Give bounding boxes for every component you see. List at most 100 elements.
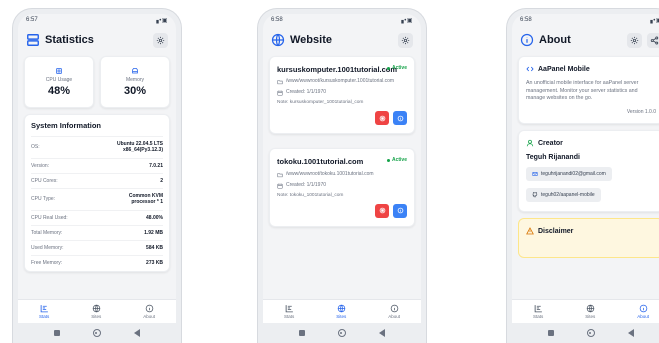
- nav-stats[interactable]: Stats: [284, 304, 294, 319]
- nav-sites[interactable]: Sites: [336, 304, 346, 319]
- stats-content: CPU Usage 48% Memory 30% System Informat…: [18, 54, 176, 299]
- site-info-button[interactable]: [393, 203, 407, 218]
- memory-icon: [132, 68, 138, 74]
- status-bar: 6:58 ▗•▣: [512, 14, 659, 26]
- nav-about[interactable]: About: [637, 304, 649, 319]
- info-icon: [520, 33, 534, 47]
- chart-icon: [40, 305, 48, 313]
- mail-icon: [532, 172, 538, 176]
- system-navigation-bar: [18, 323, 176, 343]
- site-created: Created: 1/1/1970: [277, 89, 407, 96]
- row-key: OS:: [31, 144, 40, 151]
- stop-site-button[interactable]: [375, 203, 389, 218]
- stop-site-button[interactable]: [375, 111, 389, 126]
- settings-button[interactable]: [627, 32, 642, 48]
- email-link[interactable]: teguhrijanandi02@gmail.com: [526, 167, 612, 182]
- folder-icon: [277, 80, 283, 85]
- calendar-icon: [277, 183, 283, 189]
- status-badge: Active: [386, 65, 407, 71]
- site-created-text: Created: 1/1/1970: [286, 181, 327, 188]
- row-key: Free Memory:: [31, 260, 63, 267]
- share-button[interactable]: [647, 32, 659, 48]
- settings-button[interactable]: [153, 32, 168, 48]
- site-path: /www/wwwroot/kursuskomputer.1001tutorial…: [277, 78, 407, 85]
- memory-label: Memory: [125, 77, 145, 83]
- system-information-card: System Information OS: Ubuntu 22.04.5 LTS…: [24, 114, 170, 272]
- nav-about-label: About: [388, 314, 400, 319]
- status-text: Active: [391, 157, 407, 164]
- table-row: Version: 7.0.21: [31, 157, 163, 173]
- back-button[interactable]: [627, 329, 634, 337]
- email-text: teguhrijanandi02@gmail.com: [541, 171, 606, 178]
- screen-statistics: 6:57 ▗•▣ Statistics CPU Usage 48% Memory…: [18, 14, 176, 343]
- row-key: Version:: [31, 162, 50, 169]
- back-button[interactable]: [378, 329, 385, 337]
- site-note: Note: kursuskomputer_1001tutorial_com: [277, 100, 364, 106]
- app-info-card: AaPanel Mobile An unofficial mobile inte…: [518, 56, 659, 125]
- bottom-navigation: Stats Sites About: [263, 299, 421, 323]
- app-description: An unofficial mobile interface for aaPan…: [526, 80, 639, 102]
- row-value: Ubuntu 22.04.5 LTS x86_64(Py3.12.3): [116, 141, 163, 154]
- page-title: Website: [290, 34, 332, 46]
- info-icon: [390, 304, 398, 313]
- status-time: 6:57: [26, 17, 38, 23]
- creator-heading: Creator: [526, 139, 656, 147]
- back-button[interactable]: [133, 329, 140, 337]
- row-key: Total Memory:: [31, 229, 63, 236]
- nav-about[interactable]: About: [388, 304, 400, 319]
- nav-sites[interactable]: Sites: [585, 304, 595, 319]
- gear-icon: [630, 36, 639, 44]
- table-row: OS: Ubuntu 22.04.5 LTS x86_64(Py3.12.3): [31, 136, 163, 158]
- chart-icon: [285, 305, 293, 313]
- site-card: tokoku.1001tutorial.com Active /www/wwwr…: [269, 148, 415, 227]
- status-bar: 6:57 ▗•▣: [18, 14, 176, 26]
- home-button[interactable]: [92, 329, 101, 337]
- recents-button[interactable]: [299, 330, 306, 336]
- settings-button[interactable]: [398, 32, 413, 48]
- cpu-icon: [56, 68, 62, 74]
- status-bar: 6:58 ▗•▣: [263, 14, 421, 26]
- home-button[interactable]: [337, 329, 346, 337]
- site-info-button[interactable]: [393, 111, 407, 126]
- system-information-title: System Information: [31, 121, 102, 130]
- website-content: kursuskomputer.1001tutorial.com Active /…: [263, 54, 421, 299]
- globe-icon: [586, 304, 594, 313]
- github-link[interactable]: teguh02/aapanel-mobile: [526, 188, 601, 203]
- disclaimer-heading: Disclaimer: [526, 227, 656, 235]
- site-path-text: /www/wwwroot/tokoku.1001tutorial.com: [286, 170, 374, 177]
- disclaimer-card: Disclaimer: [518, 218, 659, 259]
- cpu-usage-value: 48%: [47, 85, 71, 97]
- nav-stats[interactable]: Stats: [533, 304, 543, 319]
- phone-website: 6:58 ▗•▣ Website kursuskomputer.1001tuto…: [257, 8, 427, 343]
- recents-button[interactable]: [54, 330, 61, 336]
- site-name: tokoku.1001tutorial.com: [277, 157, 364, 167]
- nav-sites[interactable]: Sites: [91, 304, 101, 319]
- nav-sites-label: Sites: [336, 314, 347, 319]
- table-row: Total Memory: 1.92 MB: [31, 224, 163, 240]
- status-badge: Active: [386, 157, 407, 164]
- memory-value: 30%: [123, 85, 147, 97]
- system-navigation-bar: [512, 323, 659, 343]
- recents-button[interactable]: [548, 330, 555, 336]
- cpu-usage-label: CPU Usage: [45, 77, 73, 83]
- status-icons: ▗•▣: [154, 17, 168, 24]
- chart-icon: [534, 305, 542, 313]
- info-icon: [397, 115, 403, 122]
- nav-about[interactable]: About: [143, 304, 155, 319]
- phone-statistics: 6:57 ▗•▣ Statistics CPU Usage 48% Memory…: [12, 8, 182, 343]
- site-card: kursuskomputer.1001tutorial.com Active /…: [269, 56, 415, 135]
- nav-stats-label: Stats: [38, 314, 50, 319]
- row-value: 2: [160, 177, 163, 184]
- app-version: Version 1.0.0: [626, 109, 656, 116]
- stop-icon: [379, 207, 385, 214]
- nav-stats[interactable]: Stats: [39, 304, 49, 319]
- site-path: /www/wwwroot/tokoku.1001tutorial.com: [277, 171, 407, 178]
- site-note: Note: tokoku_1001tutorial_com: [277, 192, 344, 198]
- table-row: CPU Cores: 2: [31, 172, 163, 188]
- user-icon: [526, 139, 534, 147]
- disclaimer-title: Disclaimer: [538, 227, 574, 235]
- home-button[interactable]: [586, 329, 595, 337]
- status-text: Active: [391, 65, 407, 71]
- code-icon: [526, 66, 534, 72]
- system-navigation-bar: [263, 323, 421, 343]
